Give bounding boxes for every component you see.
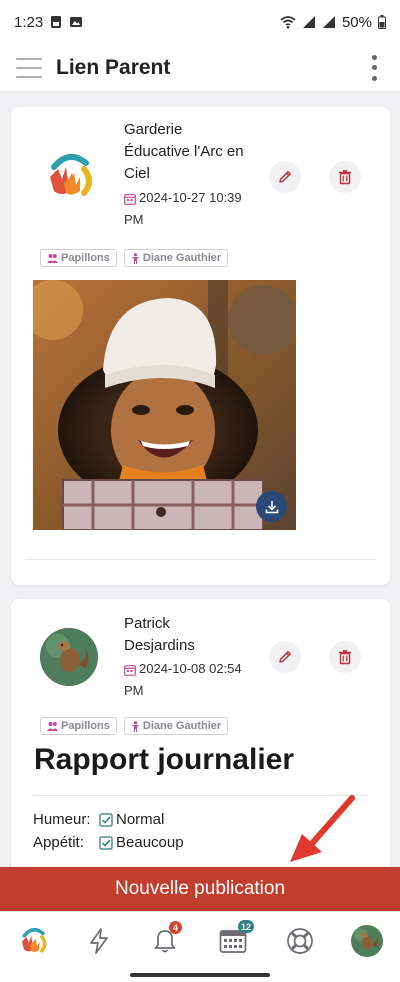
group-tag[interactable]: Papillons <box>40 717 117 735</box>
nav-calendar[interactable]: 12 <box>216 920 255 958</box>
post-date: 2024-10-27 10:39 PM <box>124 190 242 227</box>
battery-icon <box>378 15 386 29</box>
calendar-small-icon <box>124 193 136 205</box>
trash-icon <box>339 170 351 185</box>
image-icon <box>70 17 83 27</box>
calendar-small-icon <box>124 664 136 676</box>
checkbox-checked-icon <box>99 812 113 827</box>
delete-button[interactable] <box>329 641 361 673</box>
status-bar: 1:23 50% <box>0 0 400 44</box>
report-title: Rapport journalier <box>34 743 295 776</box>
report-row-label: Appétit: <box>33 834 84 851</box>
child-tag[interactable]: Diane Gauthier <box>123 717 229 735</box>
nav-profile[interactable] <box>350 924 384 958</box>
more-options-icon[interactable] <box>364 54 384 81</box>
delete-button[interactable] <box>329 161 361 193</box>
pencil-icon <box>279 651 291 663</box>
post-photo[interactable] <box>33 280 296 530</box>
pencil-icon <box>279 171 291 183</box>
group-tag[interactable]: Papillons <box>40 249 117 267</box>
poster-avatar <box>40 628 98 686</box>
edit-button[interactable] <box>269 641 301 673</box>
battery-percent: 50% <box>341 13 372 31</box>
hamburger-menu-icon[interactable] <box>16 57 42 78</box>
group-icon <box>47 254 58 263</box>
report-divider <box>33 795 368 796</box>
child-photo-image <box>33 280 296 530</box>
home-gesture-pill[interactable] <box>130 973 270 977</box>
lightning-icon <box>90 928 108 954</box>
nav-help[interactable] <box>283 924 317 958</box>
status-time: 1:23 <box>14 13 44 31</box>
feed[interactable]: Garderie Éducative l'Arc en Ciel 2024-10… <box>0 92 400 867</box>
poster-name: Garderie Éducative l'Arc en Ciel <box>124 121 244 182</box>
system-gesture-bar <box>0 970 400 982</box>
bottom-nav: 4 12 <box>0 911 400 970</box>
signal-icon <box>302 16 315 28</box>
notifications-badge: 4 <box>169 921 182 934</box>
logo-icon <box>21 928 47 953</box>
report-row-appetite: Appétit: Beaucoup <box>33 834 184 851</box>
checkbox-checked-icon <box>99 835 113 850</box>
report-row-value: Beaucoup <box>116 834 184 851</box>
download-button[interactable] <box>256 491 287 522</box>
nav-activity[interactable] <box>82 924 116 958</box>
avatar-icon <box>351 925 383 957</box>
signal-icon-2 <box>322 16 335 28</box>
app-title: Lien Parent <box>56 55 171 79</box>
card-divider <box>25 559 376 560</box>
trash-icon <box>339 650 351 665</box>
post-date: 2024-10-08 02:54 PM <box>124 661 242 698</box>
group-icon <box>47 722 58 731</box>
report-row-mood: Humeur: Normal <box>33 811 164 828</box>
post-card: Garderie Éducative l'Arc en Ciel 2024-10… <box>11 107 390 585</box>
app-bar: Lien Parent <box>0 44 400 92</box>
sim-icon <box>51 16 62 28</box>
child-icon <box>131 720 140 732</box>
child-tag[interactable]: Diane Gauthier <box>123 249 229 267</box>
post-tags: Papillons Diane Gauthier <box>40 249 229 267</box>
nav-notifications[interactable]: 4 <box>148 921 182 958</box>
hands-logo-icon <box>50 154 92 196</box>
daycare-logo-avatar <box>40 147 98 205</box>
new-post-button[interactable]: Nouvelle publication <box>0 867 400 911</box>
report-row-label: Humeur: <box>33 811 91 828</box>
post-tags: Papillons Diane Gauthier <box>40 717 229 735</box>
post-card: Patrick Desjardins 2024-10-08 02:54 PM P… <box>11 599 390 867</box>
report-row-value: Normal <box>116 811 165 828</box>
edit-button[interactable] <box>269 161 301 193</box>
calendar-badge: 12 <box>238 920 255 933</box>
child-icon <box>131 252 140 264</box>
nav-home[interactable] <box>16 924 50 958</box>
squirrel-avatar-icon <box>40 628 98 686</box>
lifebuoy-icon <box>287 928 313 954</box>
wifi-icon <box>280 16 296 29</box>
download-icon <box>265 500 278 513</box>
poster-name: Patrick Desjardins <box>124 615 195 654</box>
